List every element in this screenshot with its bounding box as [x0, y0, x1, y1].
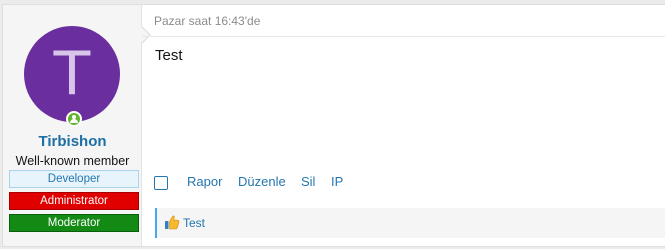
post-message: Test — [155, 47, 183, 64]
banner-developer: Developer — [9, 170, 139, 188]
select-post-checkbox[interactable] — [154, 176, 168, 190]
post-timestamp[interactable]: Pazar saat 16:43'de — [154, 14, 260, 28]
header-divider — [142, 36, 665, 37]
reaction-list-link[interactable]: Test — [183, 216, 205, 230]
post-main: Pazar saat 16:43'de Test Rapor Düzenle S… — [142, 5, 665, 246]
user-info-column: T Tirbishon Well-known member Developer … — [3, 5, 142, 246]
post-card: T Tirbishon Well-known member Developer … — [2, 4, 665, 247]
online-status-icon — [66, 111, 82, 127]
user-title: Well-known member — [15, 154, 130, 168]
edit-link[interactable]: Düzenle — [238, 174, 286, 189]
report-link[interactable]: Rapor — [187, 174, 222, 189]
banner-administrator: Administrator — [9, 192, 139, 210]
username-link[interactable]: Tirbishon — [3, 133, 142, 150]
ip-link[interactable]: IP — [331, 174, 343, 189]
thumbs-up-icon — [165, 215, 180, 230]
delete-link[interactable]: Sil — [301, 174, 315, 189]
banner-moderator: Moderator — [9, 214, 139, 232]
avatar[interactable]: T — [24, 26, 120, 122]
reactions-bar: Test — [155, 208, 665, 238]
